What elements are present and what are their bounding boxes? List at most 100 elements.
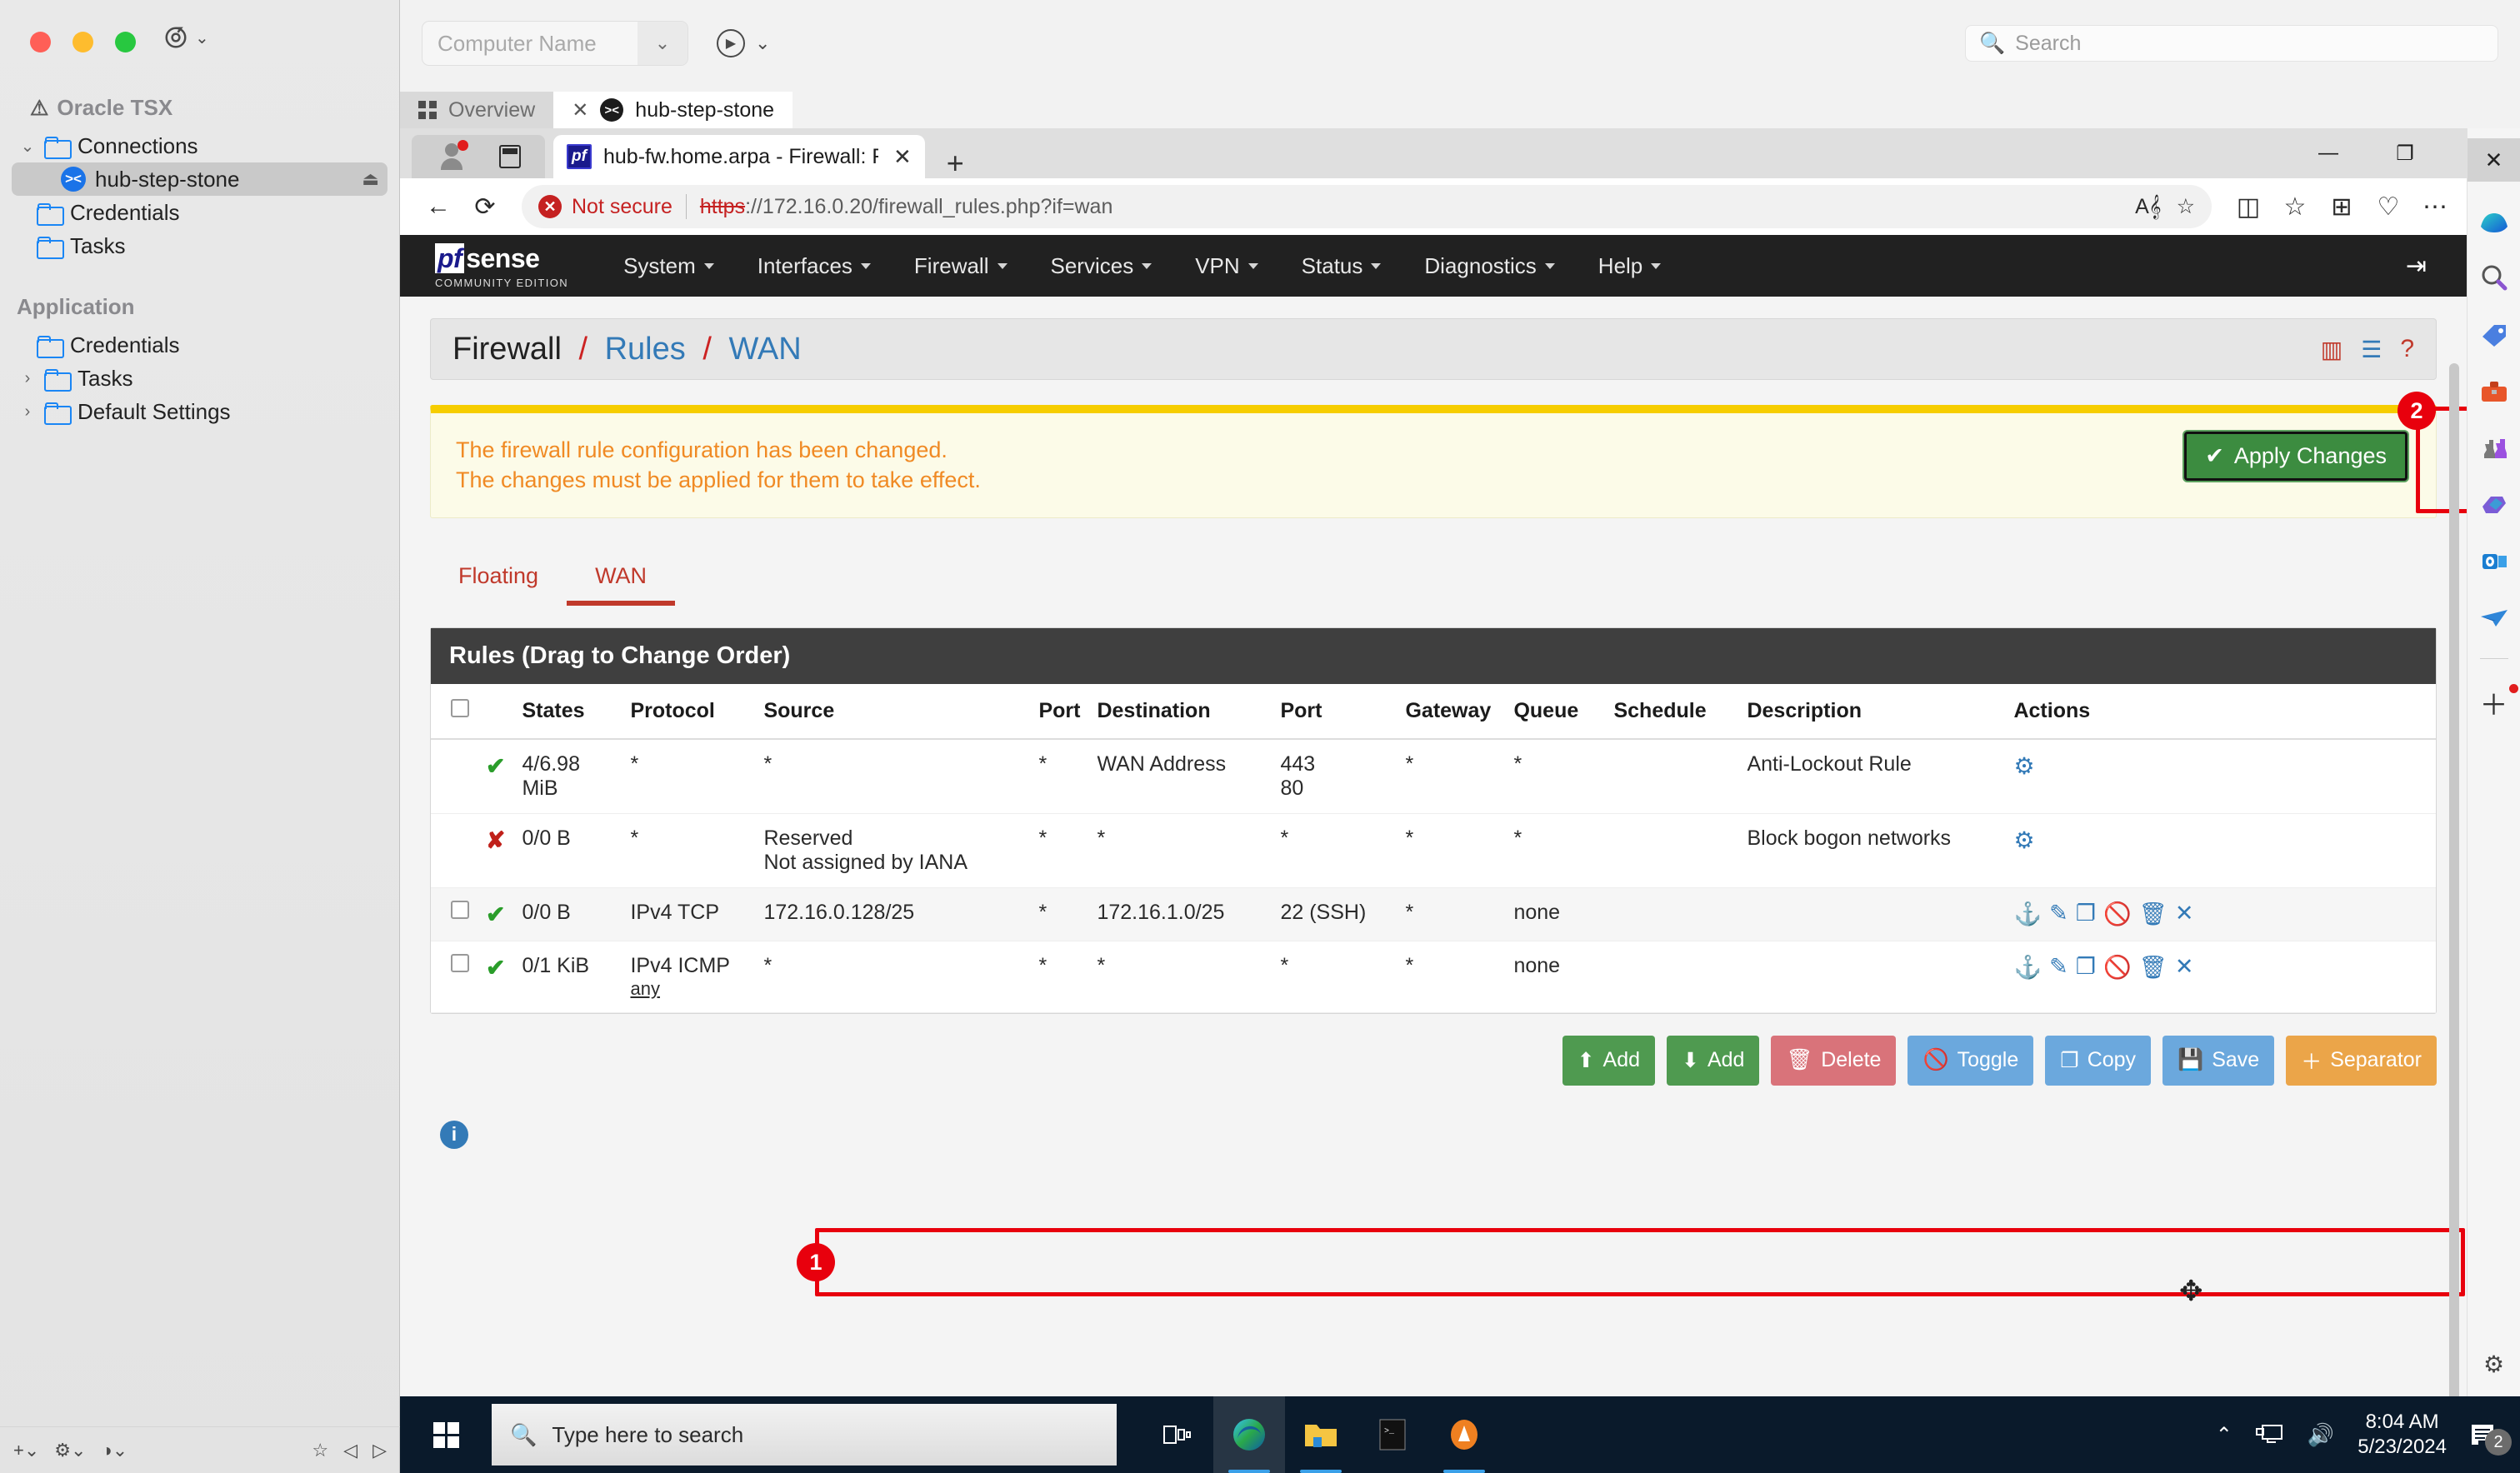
refresh-button[interactable]: ⟳ — [462, 183, 508, 230]
close-icon[interactable]: ✕ — [572, 98, 588, 122]
firewall-rule-row-3[interactable]: ✔ 0/0 B IPv4 TCP 172.16.0.128/25 * 172.1… — [431, 887, 2436, 941]
remove-x-icon[interactable]: ✕ — [2175, 901, 2194, 927]
search-icon[interactable] — [2478, 262, 2511, 295]
taskbar-search-input[interactable]: 🔍 Type here to search — [492, 1404, 1117, 1466]
disable-ban-icon[interactable]: 🚫 — [2103, 901, 2132, 927]
host-search-input[interactable]: 🔍 Search — [1965, 25, 2498, 62]
tools-icon[interactable] — [2478, 375, 2511, 408]
page-scrollbar[interactable] — [2445, 347, 2463, 1396]
row-states[interactable]: 0/0 B — [513, 887, 622, 941]
expand-right-icon[interactable]: ▷ — [372, 1440, 387, 1461]
tab-floating[interactable]: Floating — [430, 552, 567, 606]
vlc-icon[interactable] — [1428, 1396, 1500, 1473]
new-tab-button[interactable]: + — [947, 148, 964, 178]
send-icon[interactable] — [2478, 602, 2511, 635]
delete-trash-icon[interactable]: 🗑 — [2139, 954, 2168, 981]
row-states[interactable]: 4/6.98 MiB — [513, 738, 622, 814]
nav-status[interactable]: Status — [1280, 253, 1403, 279]
pfsense-logo[interactable]: pf sense COMMUNITY EDITION — [435, 242, 568, 289]
select-all-checkbox[interactable] — [451, 698, 469, 717]
row-checkbox[interactable] — [451, 900, 469, 919]
chevron-down-icon[interactable]: ⌄ — [755, 32, 770, 54]
apply-changes-button[interactable]: ✔ Apply Changes — [2184, 432, 2408, 481]
nav-interfaces[interactable]: Interfaces — [736, 253, 892, 279]
separator-button[interactable]: ＋ Separator — [2286, 1035, 2437, 1086]
close-window-button[interactable] — [30, 32, 51, 52]
sidebar-settings-gear-icon[interactable]: ⚙ — [2483, 1351, 2504, 1378]
table-row[interactable]: ✘ 0/0 B * Reserved Not assigned by IANA … — [431, 813, 2436, 888]
split-screen-icon[interactable]: ◫ — [2225, 183, 2272, 230]
network-icon[interactable] — [2255, 1423, 2284, 1446]
delete-trash-icon[interactable]: 🗑 — [2139, 901, 2168, 927]
start-button[interactable] — [400, 1396, 492, 1473]
sidebar-item-credentials[interactable]: Credentials — [12, 196, 388, 229]
row-states[interactable]: 0/0 B — [513, 813, 622, 888]
restore-button[interactable]: ❐ — [2367, 128, 2443, 178]
copilot-icon[interactable] — [2478, 205, 2511, 238]
tab-hub-step-stone[interactable]: ✕ >< hub-step-stone — [553, 92, 793, 128]
nav-help[interactable]: Help — [1577, 253, 1682, 279]
eject-icon[interactable]: ⏏ — [362, 168, 379, 190]
breadcrumb-rules[interactable]: Rules — [605, 332, 686, 367]
sidebar-item-connections[interactable]: ⌄ Connections — [12, 129, 388, 162]
add-sidebar-app-button[interactable]: ＋ — [2480, 682, 2518, 723]
row-states[interactable]: 0/1 KiB — [513, 941, 622, 1013]
volume-icon[interactable]: 🔊 — [2308, 1422, 2334, 1448]
remove-x-icon[interactable]: ✕ — [2175, 954, 2194, 981]
stats-chart-icon[interactable]: ▥ — [2321, 336, 2342, 363]
security-status[interactable]: ✕ Not secure — [538, 195, 672, 219]
add-connection-button[interactable]: +⌄ — [13, 1440, 39, 1461]
row-checkbox[interactable] — [451, 953, 469, 972]
table-row[interactable]: ✔ 4/6.98 MiB * * * WAN Address 443 80 * — [431, 738, 2436, 814]
edge-icon[interactable] — [1213, 1396, 1285, 1473]
gear-icon[interactable]: ⚙ — [2013, 827, 2034, 853]
notification-center-button[interactable]: 2 — [2470, 1422, 2512, 1456]
disable-ban-icon[interactable]: 🚫 — [2103, 954, 2132, 981]
help-button[interactable]: ◑⌄ — [101, 1440, 128, 1461]
save-button[interactable]: 💾 Save — [2162, 1035, 2275, 1086]
logout-icon[interactable]: ⇥ — [2406, 252, 2427, 281]
nav-vpn[interactable]: VPN — [1173, 253, 1279, 279]
window-traffic-lights[interactable] — [30, 32, 136, 52]
sync-menu-button[interactable]: ⌄ — [163, 25, 209, 50]
run-connection-control[interactable]: ▶ ⌄ — [717, 29, 770, 57]
breadcrumb-wan[interactable]: WAN — [728, 332, 801, 367]
add-rule-bottom-button[interactable]: ⬇ Add — [1667, 1035, 1760, 1086]
file-explorer-icon[interactable] — [1285, 1396, 1357, 1473]
maximize-window-button[interactable] — [115, 32, 136, 52]
sidebar-item-hub-step-stone[interactable]: >< hub-step-stone ⏏ — [12, 162, 388, 196]
task-view-icon[interactable] — [1142, 1396, 1213, 1473]
read-aloud-icon[interactable]: A𝄞 — [2135, 195, 2161, 219]
favorites-icon[interactable]: ☆ — [2272, 183, 2318, 230]
minimize-window-button[interactable] — [72, 32, 93, 52]
office-icon[interactable] — [2478, 488, 2511, 522]
list-icon[interactable]: ☰ — [2361, 336, 2382, 363]
sidebar-item-tasks[interactable]: Tasks — [12, 229, 388, 262]
settings-more-icon[interactable]: ⋯ — [2412, 183, 2458, 230]
tab-overview[interactable]: Overview — [400, 92, 554, 128]
computer-name-input[interactable]: Computer Name ⌄ — [422, 21, 688, 66]
show-hidden-icons-chevron[interactable]: ⌃ — [2216, 1423, 2232, 1447]
gear-icon[interactable]: ⚙ — [2013, 753, 2034, 779]
close-sidebar-icon[interactable]: ✕ — [2467, 138, 2520, 182]
copy-button[interactable]: ❐ Copy — [2045, 1035, 2152, 1086]
tab-actions-icon[interactable] — [498, 145, 521, 168]
back-button[interactable]: ← — [415, 183, 462, 230]
shopping-tag-icon[interactable] — [2478, 318, 2511, 352]
edit-pencil-icon[interactable]: ✎ — [2049, 954, 2068, 981]
nav-system[interactable]: System — [602, 253, 736, 279]
games-icon[interactable] — [2478, 432, 2511, 465]
edit-pencil-icon[interactable]: ✎ — [2049, 901, 2068, 927]
favorites-star-icon[interactable]: ☆ — [312, 1440, 328, 1461]
help-circle-icon[interactable]: ? — [2400, 335, 2414, 363]
nav-services[interactable]: Services — [1029, 253, 1174, 279]
avatar[interactable] — [437, 140, 468, 172]
table-row[interactable]: ✔ 0/1 KiB IPv4 ICMP any * * * * * none ⚓… — [431, 941, 2436, 1013]
taskbar-clock[interactable]: 8:04 AM 5/23/2024 — [2358, 1410, 2447, 1460]
anchor-icon[interactable]: ⚓ — [2013, 901, 2042, 927]
add-rule-top-button[interactable]: ⬆ Add — [1562, 1035, 1655, 1086]
browser-tab-pfsense[interactable]: pf hub-fw.home.arpa - Firewall: Rul ✕ — [553, 135, 925, 178]
play-icon[interactable]: ▶ — [717, 29, 745, 57]
chevron-down-icon[interactable]: ⌄ — [638, 22, 688, 65]
address-bar[interactable]: ✕ Not secure https://172.16.0.20/firewal… — [522, 185, 2212, 228]
